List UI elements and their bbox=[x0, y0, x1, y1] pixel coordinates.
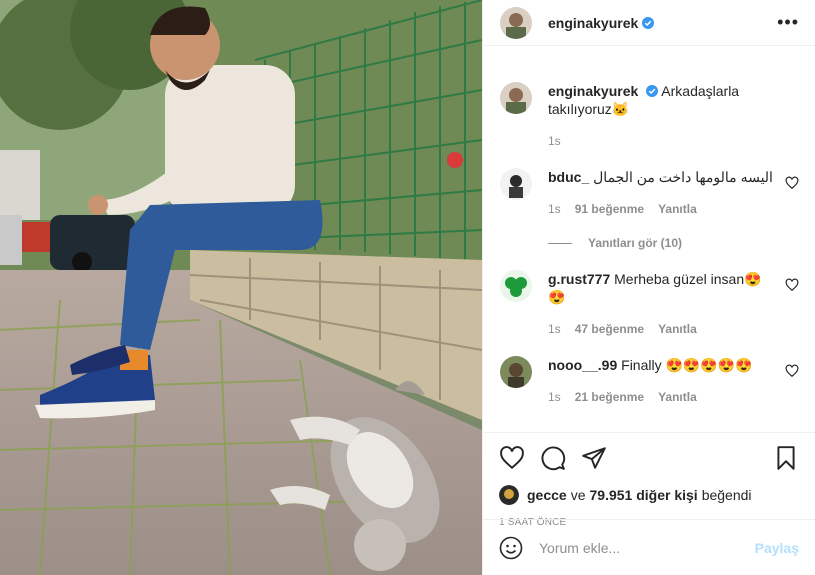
view-replies-button[interactable]: Yanıtları gör (10) bbox=[548, 236, 799, 250]
commenter-avatar[interactable] bbox=[500, 356, 532, 388]
comment-item: nooo__.99 Finally 😍😍😍😍😍 1s 21 beğenme Ya… bbox=[500, 356, 799, 406]
likes-connector: ve bbox=[570, 487, 586, 503]
commenter-avatar[interactable] bbox=[500, 168, 532, 200]
heart-icon[interactable] bbox=[785, 278, 799, 292]
post-comment-button[interactable]: Paylaş bbox=[755, 540, 799, 556]
author-avatar[interactable] bbox=[500, 82, 532, 114]
comment-username[interactable]: nooo__.99 bbox=[548, 357, 617, 373]
share-send-icon[interactable] bbox=[581, 445, 607, 471]
comment-time[interactable]: 1s bbox=[548, 320, 561, 338]
comments-list[interactable]: enginakyurek Arkadaşlarla takılıyoruz🐱 1… bbox=[483, 46, 815, 432]
comment-item: g.rust777 Merheba güzel insan😍😍 1s 47 be… bbox=[500, 270, 799, 338]
liker-username[interactable]: gecce bbox=[527, 487, 567, 503]
emoji-smile-icon[interactable] bbox=[499, 536, 523, 560]
add-comment-bar: Paylaş bbox=[483, 519, 815, 575]
likes-summary: gecce ve 79.951 diğer kişi beğendi bbox=[499, 485, 799, 505]
replies-divider bbox=[548, 242, 572, 244]
comment-likes[interactable]: 91 beğenme bbox=[575, 200, 644, 218]
reply-button[interactable]: Yanıtla bbox=[658, 320, 697, 338]
author-username[interactable]: enginakyurek bbox=[548, 15, 638, 31]
verified-badge-icon bbox=[642, 16, 655, 29]
post-header: enginakyurek ••• bbox=[483, 0, 815, 46]
reply-button[interactable]: Yanıtla bbox=[658, 200, 697, 218]
comment-item: bduc_ اليسه مالومها داخت من الجمال 1s 91… bbox=[500, 168, 799, 218]
like-heart-icon[interactable] bbox=[499, 445, 525, 471]
caption-username[interactable]: enginakyurek bbox=[548, 83, 638, 99]
caption: enginakyurek Arkadaşlarla takılıyoruz🐱 1… bbox=[500, 82, 799, 150]
commenter-avatar[interactable] bbox=[500, 270, 532, 302]
comment-username[interactable]: g.rust777 bbox=[548, 271, 610, 287]
post-actions: gecce ve 79.951 diğer kişi beğendi 1 SAA… bbox=[483, 432, 815, 528]
post-photo[interactable] bbox=[0, 0, 482, 575]
more-horizontal-icon[interactable]: ••• bbox=[777, 12, 799, 33]
comment-likes[interactable]: 47 beğenme bbox=[575, 320, 644, 338]
verified-badge-icon bbox=[646, 85, 659, 97]
comment-likes[interactable]: 21 beğenme bbox=[575, 388, 644, 406]
heart-icon[interactable] bbox=[785, 364, 799, 378]
comment-time[interactable]: 1s bbox=[548, 388, 561, 406]
photo-illustration bbox=[0, 0, 482, 575]
bookmark-icon[interactable] bbox=[773, 445, 799, 471]
comment-text: اليسه مالومها داخت من الجمال bbox=[593, 169, 773, 185]
likes-count[interactable]: 79.951 diğer kişi bbox=[590, 487, 698, 503]
liker-avatar[interactable] bbox=[499, 485, 519, 505]
author-avatar[interactable] bbox=[500, 6, 532, 39]
reply-button[interactable]: Yanıtla bbox=[658, 388, 697, 406]
likes-suffix: beğendi bbox=[701, 487, 752, 503]
comment-username[interactable]: bduc_ bbox=[548, 169, 589, 185]
comment-text: Finally 😍😍😍😍😍 bbox=[621, 357, 753, 373]
comment-time[interactable]: 1s bbox=[548, 200, 561, 218]
view-replies-label: Yanıtları gör (10) bbox=[588, 236, 683, 250]
heart-icon[interactable] bbox=[785, 176, 799, 190]
post-side-panel: enginakyurek ••• enginakyurek Arkadaşlar… bbox=[482, 0, 815, 575]
caption-time[interactable]: 1s bbox=[548, 132, 561, 150]
comment-input[interactable] bbox=[539, 539, 755, 556]
comment-bubble-icon[interactable] bbox=[540, 445, 566, 471]
